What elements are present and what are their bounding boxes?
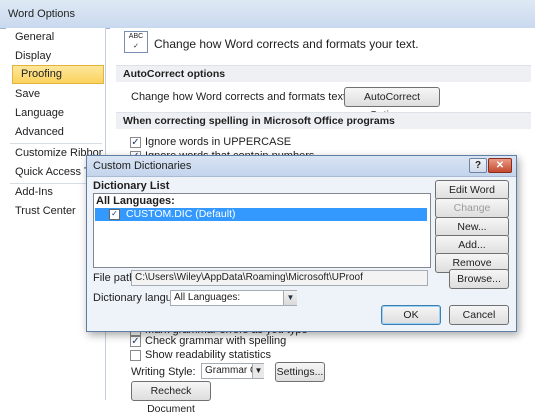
autocorrect-options-button[interactable]: AutoCorrect Options... bbox=[344, 87, 440, 121]
ignore-uppercase-label: Ignore words in UPPERCASE bbox=[145, 136, 292, 148]
help-icon[interactable]: ? bbox=[469, 158, 487, 173]
page-header-text: Change how Word corrects and formats you… bbox=[154, 37, 419, 51]
sidebar-item-general[interactable]: General bbox=[6, 28, 103, 47]
cancel-button[interactable]: Cancel bbox=[449, 305, 509, 325]
sidebar-item-advanced[interactable]: Advanced bbox=[6, 123, 103, 142]
section-spelling: When correcting spelling in Microsoft Of… bbox=[116, 112, 531, 129]
settings-button[interactable]: Settings... bbox=[275, 362, 325, 382]
add-dictionary-button[interactable]: Add... bbox=[435, 235, 509, 255]
writing-style-label: Writing Style: bbox=[131, 366, 196, 378]
chevron-down-icon[interactable]: ▼ bbox=[283, 291, 297, 305]
chevron-down-icon[interactable]: ▼ bbox=[252, 364, 264, 378]
dictionary-item-checkbox[interactable]: ✓ bbox=[109, 209, 120, 220]
dictionary-listbox[interactable]: All Languages: ✓ CUSTOM.DIC (Default) bbox=[93, 193, 431, 268]
window-title-bar: Word Options bbox=[0, 0, 535, 29]
dialog-title: Custom Dictionaries bbox=[93, 160, 192, 172]
edit-word-list-button[interactable]: Edit Word List... bbox=[435, 180, 509, 214]
dictionary-group-label: All Languages: bbox=[96, 195, 175, 207]
change-default-button[interactable]: Change Default bbox=[435, 198, 509, 232]
sidebar-item-display[interactable]: Display bbox=[6, 47, 103, 66]
window-title: Word Options bbox=[8, 8, 76, 20]
dictionary-item-label: CUSTOM.DIC (Default) bbox=[126, 208, 236, 220]
section-autocorrect-options: AutoCorrect options bbox=[116, 65, 531, 82]
check-grammar-checkbox[interactable]: ✓ bbox=[130, 336, 141, 347]
custom-dictionaries-dialog: Custom Dictionaries ? ✕ Dictionary List … bbox=[86, 155, 517, 332]
ok-button[interactable]: OK bbox=[381, 305, 441, 325]
check-grammar-label: Check grammar with spelling bbox=[145, 335, 287, 347]
dictionary-list-label: Dictionary List bbox=[93, 180, 170, 192]
sidebar-item-save[interactable]: Save bbox=[6, 85, 103, 104]
sidebar-item-language[interactable]: Language bbox=[6, 104, 103, 123]
sidebar-item-proofing[interactable]: Proofing bbox=[12, 65, 104, 84]
dictionary-language-value: All Languages: bbox=[174, 292, 241, 303]
ignore-uppercase-checkbox[interactable]: ✓ bbox=[130, 137, 141, 148]
dialog-title-bar: Custom Dictionaries ? ✕ bbox=[87, 156, 516, 177]
dictionary-language-select[interactable]: All Languages: bbox=[170, 290, 297, 306]
new-dictionary-button[interactable]: New... bbox=[435, 217, 509, 237]
dictionary-item[interactable]: ✓ CUSTOM.DIC (Default) bbox=[95, 208, 427, 221]
browse-button[interactable]: Browse... bbox=[449, 269, 509, 289]
close-icon[interactable]: ✕ bbox=[488, 158, 512, 173]
readability-label: Show readability statistics bbox=[145, 349, 271, 361]
readability-checkbox[interactable] bbox=[130, 350, 141, 361]
recheck-document-button[interactable]: Recheck Document bbox=[131, 381, 211, 415]
file-path-field: C:\Users\Wiley\AppData\Roaming\Microsoft… bbox=[131, 270, 428, 286]
abc-check-icon: ABC ✓ bbox=[124, 31, 148, 53]
